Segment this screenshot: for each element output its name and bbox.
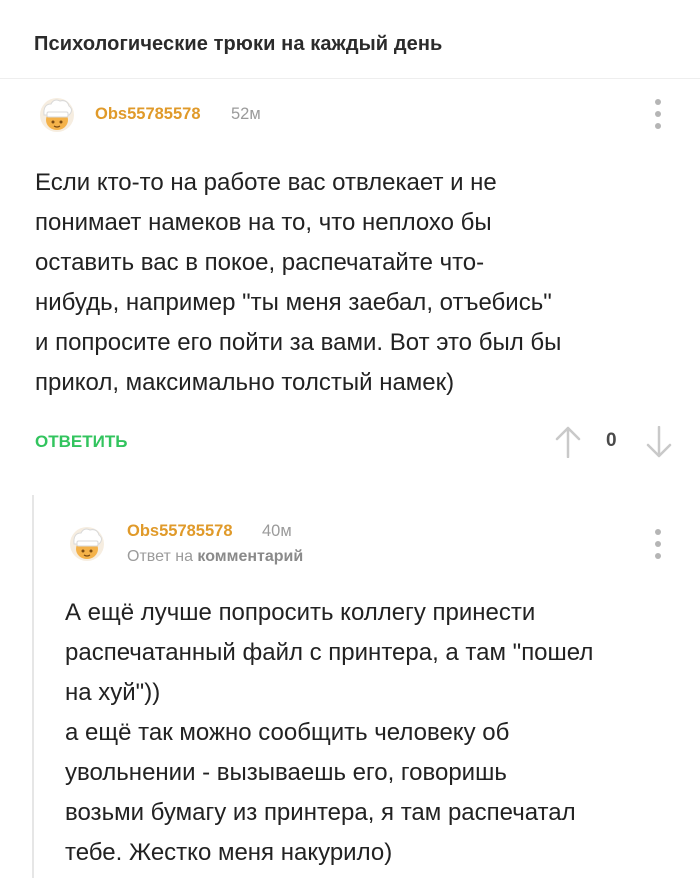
reply-button[interactable]: ОТВЕТИТЬ (35, 432, 127, 452)
reply-to-prefix: Ответ на (127, 548, 193, 565)
rating-count: 0 (606, 430, 617, 451)
more-vertical-icon[interactable] (653, 529, 663, 559)
thread-branch-line[interactable] (32, 495, 34, 878)
arrow-up-icon[interactable] (555, 426, 581, 458)
post-title[interactable]: Психологические трюки на каждый день (34, 33, 442, 56)
reply-time[interactable]: 40м (262, 522, 292, 541)
comment-author[interactable]: Obs55785578 (95, 105, 201, 124)
chef-hat-avatar-icon[interactable] (34, 93, 80, 133)
arrow-down-icon[interactable] (646, 426, 672, 458)
reply-text: А ещё лучше попросить коллегу принести р… (65, 599, 594, 866)
divider (0, 78, 700, 79)
reply-to-info: Ответ на комментарий (127, 548, 303, 566)
reply-author[interactable]: Obs55785578 (127, 522, 233, 541)
more-vertical-icon[interactable] (653, 99, 663, 129)
chef-hat-avatar-icon[interactable] (64, 522, 110, 562)
comment-time[interactable]: 52м (231, 105, 261, 124)
reply-to-link[interactable]: комментарий (197, 548, 303, 565)
comment-text: Если кто-то на работе вас отвлекает и не… (35, 169, 562, 396)
